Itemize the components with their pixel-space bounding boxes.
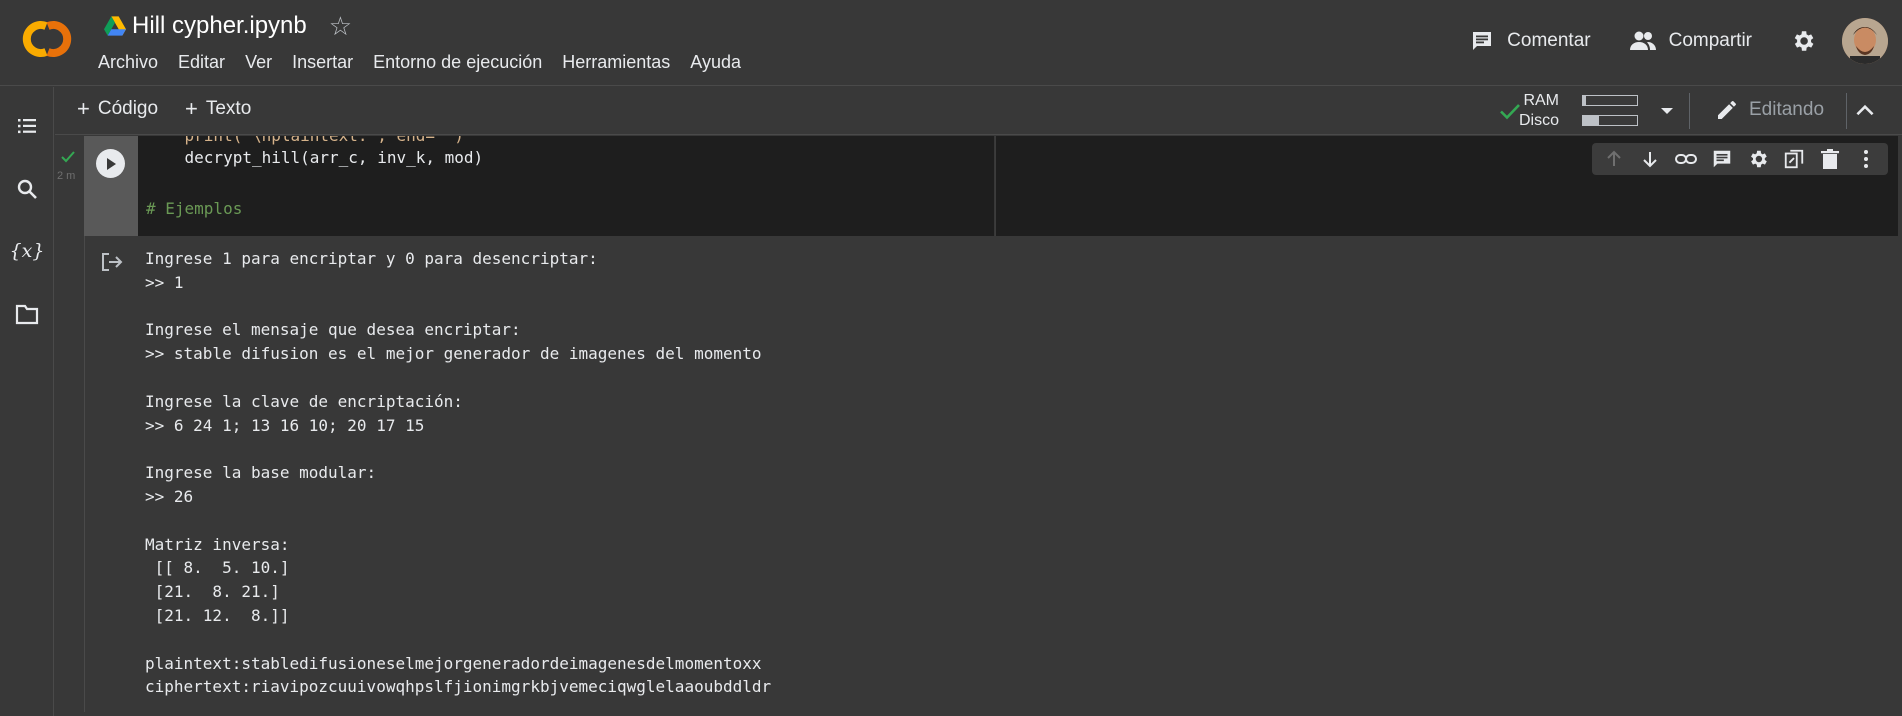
mirror-cell-icon: [1784, 149, 1804, 169]
cell-toolbar: [1592, 143, 1888, 175]
cell-comment-button[interactable]: [1709, 146, 1735, 172]
menu-ayuda[interactable]: Ayuda: [680, 50, 751, 75]
google-drive-icon: [104, 16, 126, 36]
search-icon[interactable]: [13, 175, 41, 203]
add-text-button[interactable]: + Texto: [185, 98, 251, 120]
star-icon[interactable]: ☆: [329, 13, 352, 39]
title-row: Hill cypher.ipynb ☆: [104, 10, 352, 42]
resource-labels[interactable]: RAM Disco: [1517, 91, 1559, 131]
toolbar-divider: [1689, 93, 1690, 129]
more-options-button[interactable]: [1853, 146, 1879, 172]
move-down-button[interactable]: [1637, 146, 1663, 172]
toolbar-divider: [1846, 93, 1847, 129]
add-code-button[interactable]: + Código: [77, 98, 158, 120]
editing-label: Editando: [1749, 99, 1825, 120]
ram-label: RAM: [1523, 92, 1559, 109]
link-button[interactable]: [1673, 146, 1699, 172]
play-icon: [106, 157, 116, 170]
trash-icon: [1821, 149, 1839, 169]
plus-icon: +: [77, 96, 90, 121]
output-icon[interactable]: [100, 251, 124, 273]
variables-icon[interactable]: {x}: [10, 237, 45, 265]
toc-icon[interactable]: [13, 112, 41, 140]
disk-label: Disco: [1518, 112, 1559, 129]
user-photo: [1842, 18, 1888, 64]
share-button[interactable]: Compartir: [1629, 30, 1752, 52]
gear-icon: [1751, 150, 1767, 168]
menu-archivo[interactable]: Archivo: [88, 50, 168, 75]
output-text: Ingrese 1 para encriptar y 0 para desenc…: [145, 249, 772, 697]
delete-cell-button[interactable]: [1817, 146, 1843, 172]
menu-bar: Archivo Editar Ver Insertar Entorno de e…: [88, 50, 751, 75]
header-actions: Comentar Compartir: [1469, 18, 1902, 64]
mirror-cell-button[interactable]: [1781, 146, 1807, 172]
chevron-up-icon[interactable]: [1852, 98, 1878, 124]
arrow-up-icon: [1607, 150, 1621, 166]
plus-icon: +: [185, 96, 198, 121]
ram-usage-bar: [1582, 95, 1638, 106]
editing-mode-button[interactable]: Editando: [1715, 98, 1824, 122]
notebook-toolbar: + Código + Texto RAM Disco Editando: [55, 87, 1902, 135]
execution-time: 2 m: [57, 170, 76, 182]
add-text-label: Texto: [205, 98, 252, 119]
chevron-down-icon[interactable]: [1657, 101, 1677, 121]
share-label: Compartir: [1668, 30, 1752, 51]
left-sidebar: {x}: [0, 87, 54, 716]
code-line-2: decrypt_hill(arr_c, inv_k, mod): [146, 148, 484, 167]
app-header: Hill cypher.ipynb ☆ Archivo Editar Ver I…: [0, 0, 1902, 86]
menu-editar[interactable]: Editar: [168, 50, 235, 75]
cell-settings-button[interactable]: [1745, 146, 1771, 172]
notebook-title[interactable]: Hill cypher.ipynb: [132, 12, 307, 40]
menu-ver[interactable]: Ver: [235, 50, 282, 75]
disk-usage-fill: [1583, 116, 1600, 125]
colab-logo[interactable]: [18, 18, 78, 60]
menu-insertar[interactable]: Insertar: [282, 50, 363, 75]
move-up-button[interactable]: [1601, 146, 1627, 172]
code-line-1: print("\nplaintext:", end=""): [146, 136, 464, 145]
comment-icon: [1713, 150, 1731, 168]
add-code-label: Código: [97, 98, 159, 119]
pencil-icon: [1718, 101, 1736, 119]
more-vert-icon: [1864, 150, 1868, 168]
arrow-down-icon: [1643, 152, 1657, 168]
disk-usage-bar: [1582, 115, 1638, 126]
menu-herramientas[interactable]: Herramientas: [552, 50, 680, 75]
people-icon: [1629, 31, 1656, 50]
comment-icon: [1473, 32, 1492, 50]
run-cell-button[interactable]: [96, 149, 125, 178]
gear-icon[interactable]: [1790, 28, 1816, 54]
code-comment-line: # Ejemplos: [146, 199, 243, 218]
comment-label: Comentar: [1507, 30, 1591, 51]
comment-button[interactable]: Comentar: [1469, 29, 1591, 53]
menu-entorno-ejecucion[interactable]: Entorno de ejecución: [363, 50, 552, 75]
link-icon: [1675, 154, 1697, 164]
ram-usage-fill: [1583, 96, 1587, 105]
code-editor[interactable]: print("\nplaintext:", end="") decrypt_hi…: [138, 136, 994, 236]
avatar[interactable]: [1842, 18, 1888, 64]
executed-check-icon: [61, 151, 75, 163]
folder-icon[interactable]: [13, 300, 41, 328]
